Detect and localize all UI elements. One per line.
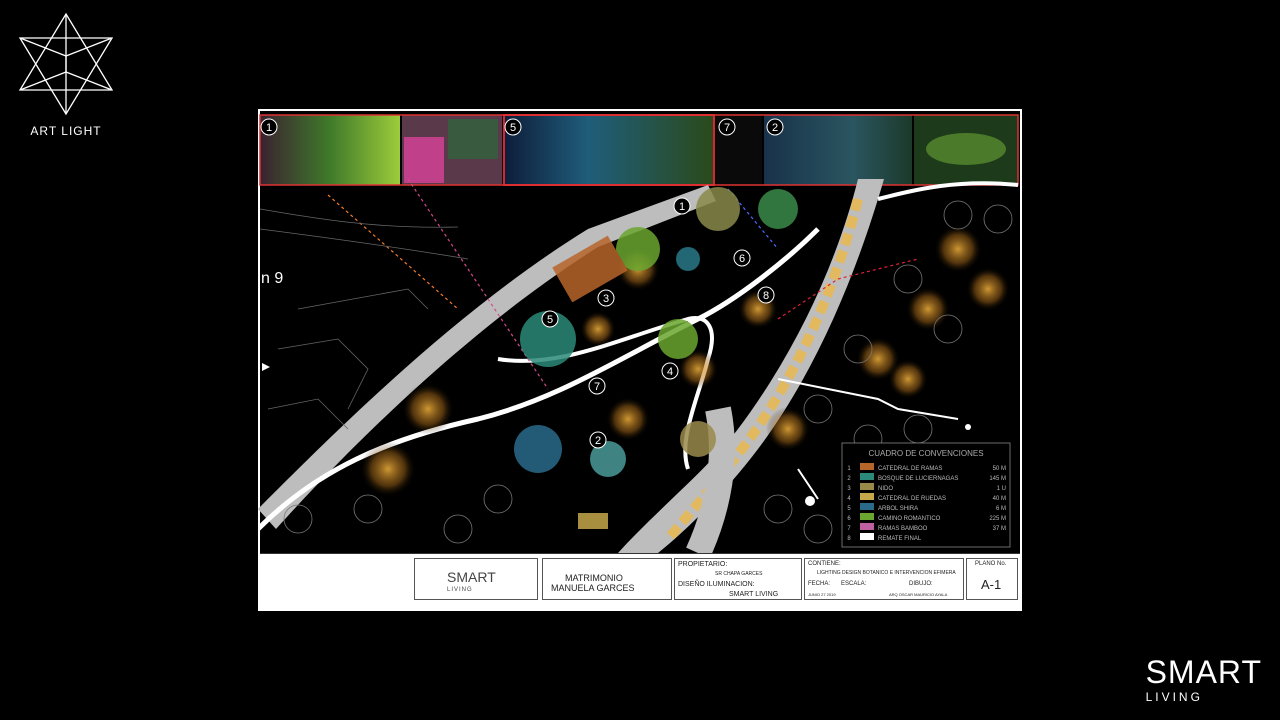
sheet-number: A-1 bbox=[981, 577, 1002, 592]
lighting-plan-sheet: n 9 1 5 7 2 1 6 8 3 5 4 7 2 CUADRO DE CONVENCIONES… bbox=[258, 109, 1022, 611]
reference-photo-strip bbox=[259, 114, 1019, 186]
map-number-7: 7 bbox=[588, 377, 606, 395]
project-line1: MATRIMONIO bbox=[565, 573, 623, 583]
svg-text:4: 4 bbox=[667, 366, 673, 378]
map-number-6: 6 bbox=[733, 249, 751, 267]
map-number-3: 3 bbox=[597, 289, 615, 307]
legend-swatch bbox=[860, 483, 874, 490]
owner-value: SR CHAPA GARCES bbox=[715, 571, 763, 577]
svg-text:6: 6 bbox=[739, 253, 745, 265]
contains-value: LIGHTING DESIGN BOTANICO E INTERVENCION … bbox=[817, 570, 956, 576]
legend-label: NIDO bbox=[878, 486, 893, 492]
smart-living-title: SMART bbox=[1145, 654, 1262, 690]
legend-label: CATEDRAL DE RUEDAS bbox=[878, 496, 946, 502]
art-light-logo: ART LIGHT bbox=[14, 12, 118, 138]
legend-qty: 37 M bbox=[993, 526, 1006, 532]
legend-qty: 6 M bbox=[996, 506, 1006, 512]
svg-text:1: 1 bbox=[679, 201, 685, 213]
svg-text:7: 7 bbox=[724, 122, 730, 134]
project-line2: MANUELA GARCES bbox=[551, 583, 635, 593]
date-value: JUNIO 27 2019 bbox=[808, 592, 836, 597]
svg-text:5: 5 bbox=[547, 314, 553, 326]
merkaba-star-icon bbox=[18, 12, 114, 116]
legend-label: CATEDRAL DE RAMAS bbox=[878, 466, 942, 472]
legend-swatch bbox=[860, 513, 874, 520]
project-cell: MATRIMONIO MANUELA GARCES bbox=[542, 558, 672, 600]
legend-swatch bbox=[860, 533, 874, 540]
legend-label: ARBOL SHIRA bbox=[878, 506, 918, 512]
title-block: SMART LIVING MATRIMONIO MANUELA GARCES P… bbox=[260, 553, 1020, 610]
legend-title: CUADRO DE CONVENCIONES bbox=[868, 449, 983, 458]
legend-qty: 40 M bbox=[993, 496, 1006, 502]
date-label: FECHA: bbox=[808, 581, 831, 587]
map-number-1: 1 bbox=[673, 197, 691, 215]
legend-swatch bbox=[860, 463, 874, 470]
legend-swatch bbox=[860, 493, 874, 500]
legend-label: CAMINO ROMANTICO bbox=[878, 516, 941, 522]
svg-text:2: 2 bbox=[772, 122, 778, 134]
svg-text:5: 5 bbox=[510, 122, 516, 134]
site-plan-drawing: n 9 1 5 7 2 1 6 8 3 5 4 7 2 CUADRO DE CONVENCIONES… bbox=[258, 111, 1020, 553]
legend-swatch bbox=[860, 523, 874, 530]
legend-label: REMATE FINAL bbox=[878, 536, 922, 542]
contents-cell: CONTIENE: LIGHTING DESIGN BOTANICO E INT… bbox=[804, 558, 964, 600]
art-light-label: ART LIGHT bbox=[30, 124, 102, 138]
svg-text:2: 2 bbox=[595, 435, 601, 447]
smart-living-subtitle: LIVING bbox=[1145, 690, 1203, 704]
map-number-5: 5 bbox=[541, 310, 559, 328]
owner-design-cell: PROPIETARIO: SR CHAPA GARCES DISEÑO ILUM… bbox=[674, 558, 802, 600]
svg-text:8: 8 bbox=[763, 290, 769, 302]
design-label: DISEÑO ILUMINACION: bbox=[678, 581, 755, 588]
svg-text:7: 7 bbox=[594, 381, 600, 393]
title-logo-sub: LIVING bbox=[447, 587, 473, 593]
map-number-8: 8 bbox=[757, 286, 775, 304]
photo-number-7: 7 bbox=[718, 118, 736, 136]
smart-living-logo: SMART LIVING bbox=[1146, 656, 1262, 704]
map-number-2: 2 bbox=[589, 431, 607, 449]
legend-label: RAMAS BAMBOO bbox=[878, 526, 928, 532]
title-logo-cell: SMART LIVING bbox=[414, 558, 538, 600]
drawing-label: DIBUJO: bbox=[909, 581, 933, 587]
legend-table: CUADRO DE CONVENCIONES 1 CATEDRAL DE RAMA… bbox=[841, 442, 1011, 548]
legend-label: BOSQUE DE LUCIERNAGAS bbox=[878, 476, 958, 482]
svg-text:1: 1 bbox=[266, 122, 272, 134]
legend-qty: 1 U bbox=[997, 486, 1006, 492]
title-logo: SMART bbox=[447, 569, 496, 585]
design-value: SMART LIVING bbox=[729, 591, 779, 598]
svg-text:3: 3 bbox=[603, 293, 609, 305]
legend-qty: 145 M bbox=[989, 476, 1006, 482]
edge-label: n 9 bbox=[261, 270, 283, 287]
legend-swatch bbox=[860, 473, 874, 480]
owner-label: PROPIETARIO: bbox=[678, 561, 728, 568]
sheet-label: PLANO No. bbox=[975, 561, 1007, 567]
legend-qty: 50 M bbox=[993, 466, 1006, 472]
contains-label: CONTIENE: bbox=[808, 561, 841, 567]
photo-number-1: 1 bbox=[260, 118, 278, 136]
photo-number-5: 5 bbox=[504, 118, 522, 136]
legend-qty: 225 M bbox=[989, 516, 1006, 522]
drawing-value: ARQ OSCAR MAURICIO AYALA bbox=[889, 592, 948, 597]
map-number-4: 4 bbox=[661, 362, 679, 380]
photo-number-2: 2 bbox=[766, 118, 784, 136]
scale-label: ESCALA: bbox=[841, 581, 867, 587]
legend-swatch bbox=[860, 503, 874, 510]
sheet-cell: PLANO No. A-1 bbox=[966, 558, 1018, 600]
